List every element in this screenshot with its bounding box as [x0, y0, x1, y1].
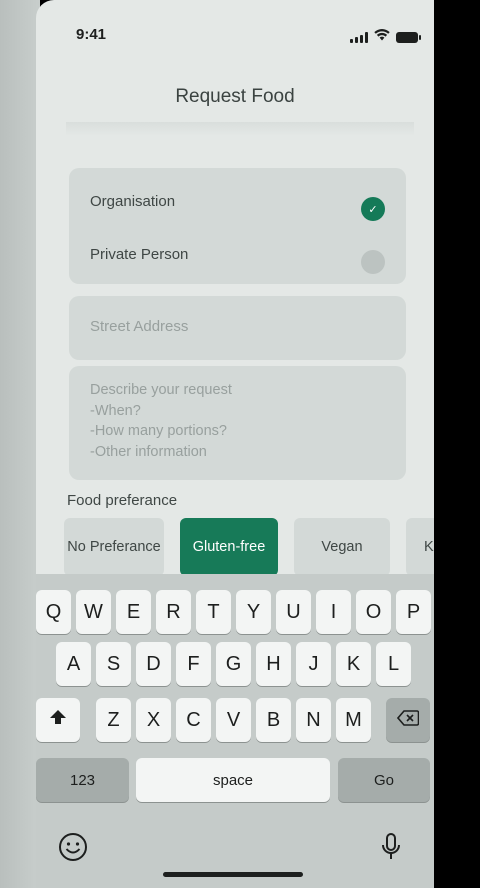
key-f[interactable]: F: [176, 642, 211, 686]
cellular-signal-icon: [350, 31, 368, 43]
chip-gluten-free[interactable]: Gluten-free: [180, 518, 278, 576]
radio-checked-icon[interactable]: ✓: [361, 197, 385, 221]
go-key[interactable]: Go: [338, 758, 430, 802]
radio-label-organisation: Organisation: [90, 193, 176, 210]
key-w[interactable]: W: [76, 590, 111, 634]
request-description-placeholder: Describe your request -When? -How many p…: [90, 382, 232, 460]
chip-k[interactable]: K: [406, 518, 434, 576]
key-j[interactable]: J: [296, 642, 331, 686]
chip-no-preference[interactable]: No Preferance: [64, 518, 164, 576]
key-p[interactable]: P: [396, 590, 431, 634]
key-o[interactable]: O: [356, 590, 391, 634]
key-b[interactable]: B: [256, 698, 291, 742]
background-left: [0, 0, 40, 888]
status-time: 9:41: [76, 26, 107, 43]
radio-unchecked-icon[interactable]: [361, 250, 385, 274]
key-v[interactable]: V: [216, 698, 251, 742]
microphone-icon[interactable]: [380, 832, 402, 869]
food-preference-options: No Preferance Gluten-free Vegan K: [36, 518, 434, 576]
key-l[interactable]: L: [376, 642, 411, 686]
space-key[interactable]: space: [136, 758, 330, 802]
radio-label-private-person: Private Person: [90, 246, 189, 263]
key-r[interactable]: R: [156, 590, 191, 634]
key-y[interactable]: Y: [236, 590, 271, 634]
status-bar: 9:41: [36, 0, 434, 60]
key-n[interactable]: N: [296, 698, 331, 742]
street-address-input[interactable]: Street Address: [69, 296, 406, 360]
key-h[interactable]: H: [256, 642, 291, 686]
key-c[interactable]: C: [176, 698, 211, 742]
shift-arrow-icon: [49, 708, 67, 732]
key-s[interactable]: S: [96, 642, 131, 686]
key-t[interactable]: T: [196, 590, 231, 634]
backspace-icon: [396, 710, 420, 730]
key-d[interactable]: D: [136, 642, 171, 686]
header-divider: [66, 122, 414, 136]
numbers-key[interactable]: 123: [36, 758, 129, 802]
chip-vegan[interactable]: Vegan: [294, 518, 390, 576]
home-indicator: [163, 872, 303, 877]
request-description-textarea[interactable]: Describe your request -When? -How many p…: [69, 366, 406, 480]
key-u[interactable]: U: [276, 590, 311, 634]
wifi-icon: [374, 28, 390, 46]
key-z[interactable]: Z: [96, 698, 131, 742]
key-m[interactable]: M: [336, 698, 371, 742]
battery-icon: [396, 31, 421, 43]
page-title: Request Food: [175, 86, 295, 107]
phone-screen: 9:41 Request Food Organisation ✓ Private…: [36, 0, 434, 888]
requester-type-group: Organisation ✓ Private Person: [69, 168, 406, 284]
key-q[interactable]: Q: [36, 590, 71, 634]
street-address-placeholder: Street Address: [90, 318, 189, 335]
chip-vegan-label: Vegan: [321, 539, 363, 555]
chip-gluten-free-label: Gluten-free: [192, 539, 266, 555]
keyboard: Q W E R T Y U I O P A S D F G H J K L Z …: [36, 574, 434, 888]
chip-no-preference-label: No Preferance: [67, 539, 161, 555]
key-a[interactable]: A: [56, 642, 91, 686]
key-x[interactable]: X: [136, 698, 171, 742]
backspace-key[interactable]: [386, 698, 430, 742]
shift-key[interactable]: [36, 698, 80, 742]
food-preference-label: Food preferance: [67, 492, 178, 509]
radio-option-private-person[interactable]: Private Person: [69, 229, 406, 279]
status-icons: [350, 28, 421, 46]
key-g[interactable]: G: [216, 642, 251, 686]
key-i[interactable]: I: [316, 590, 351, 634]
key-k[interactable]: K: [336, 642, 371, 686]
radio-option-organisation[interactable]: Organisation ✓: [69, 176, 406, 226]
key-e[interactable]: E: [116, 590, 151, 634]
chip-k-label: K: [424, 539, 434, 555]
emoji-icon[interactable]: [58, 832, 88, 869]
